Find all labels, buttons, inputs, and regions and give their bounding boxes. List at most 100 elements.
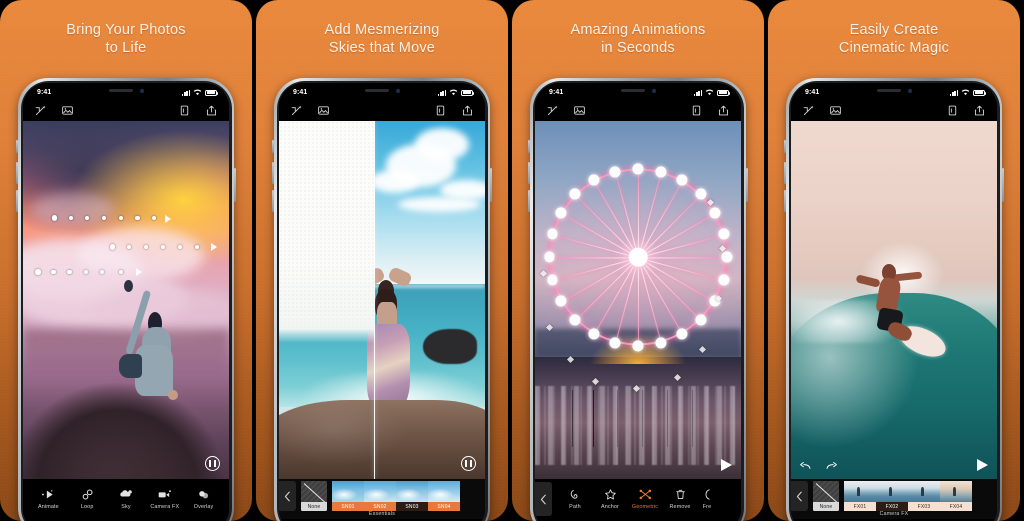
magic-wand-icon[interactable] [802, 104, 815, 117]
photo-canvas[interactable] [279, 121, 485, 479]
cellular-bars-icon [438, 89, 446, 96]
panel-headline: Add Mesmerizing Skies that Move [256, 0, 508, 57]
promo-panel-animations: Amazing Animations in Seconds 9:41 Path … [512, 0, 764, 521]
tool-anchor[interactable]: Anchor [594, 488, 626, 510]
earpiece-speaker [620, 89, 645, 92]
tool-animate[interactable]: Animate [32, 488, 64, 510]
motion-path-1[interactable] [51, 214, 172, 223]
top-toolbar-left [546, 104, 586, 117]
preset-list[interactable]: FX01 FX02 FX03 FX04 [844, 481, 997, 511]
volume-up-button[interactable] [16, 162, 18, 184]
power-button[interactable] [234, 168, 236, 202]
volume-up-button[interactable] [272, 162, 274, 184]
volume-down-button[interactable] [784, 190, 786, 212]
preset-list[interactable]: SN01 SN02 SN03 SN04 [332, 481, 485, 511]
tool-path[interactable]: Path [559, 488, 591, 510]
mute-switch[interactable] [272, 140, 274, 153]
pause-icon[interactable] [205, 456, 220, 471]
power-button[interactable] [490, 168, 492, 202]
photo-library-icon[interactable] [829, 104, 842, 117]
share-icon[interactable] [205, 104, 218, 117]
motion-path-2[interactable] [109, 243, 217, 252]
layers-icon[interactable] [946, 104, 959, 117]
volume-down-button[interactable] [528, 190, 530, 212]
bottom-toolbar: Animate Loop Sky Camera FX Overlay [23, 479, 229, 519]
preset-item-selected[interactable]: SN03 [396, 481, 428, 511]
redo-icon[interactable] [825, 459, 838, 472]
headline-line-1: Add Mesmerizing [324, 22, 440, 38]
preset-none[interactable]: None [813, 481, 839, 511]
tool-geometric[interactable]: Geometric [629, 488, 661, 510]
volume-up-button[interactable] [528, 162, 530, 184]
photo-library-icon[interactable] [61, 104, 74, 117]
preset-label: None [813, 502, 839, 511]
share-icon[interactable] [717, 104, 730, 117]
preset-item[interactable]: SN04 [428, 481, 460, 511]
magic-wand-icon[interactable] [34, 104, 47, 117]
mute-switch[interactable] [528, 140, 530, 153]
magic-wand-icon[interactable] [546, 104, 559, 117]
pause-icon[interactable] [461, 456, 476, 471]
photo-canvas[interactable] [791, 121, 997, 479]
play-icon[interactable] [721, 459, 732, 471]
preset-none[interactable]: None [301, 481, 327, 511]
layers-icon[interactable] [178, 104, 191, 117]
photo-library-icon[interactable] [573, 104, 586, 117]
notch [599, 83, 677, 98]
ferris-wheel-photo [535, 121, 741, 479]
back-button[interactable] [535, 482, 552, 516]
freeze-icon [700, 488, 715, 501]
phone-screen: 9:41 [23, 83, 229, 521]
tool-loop[interactable]: Loop [71, 488, 103, 510]
tool-camera-fx[interactable]: Camera FX [149, 488, 181, 510]
motion-path-3[interactable] [35, 268, 143, 277]
tool-label: Path [569, 504, 581, 510]
battery-icon [973, 89, 987, 96]
front-camera-icon [651, 88, 656, 93]
preset-item[interactable]: FX01 [844, 481, 876, 511]
volume-down-button[interactable] [16, 190, 18, 212]
back-button[interactable] [279, 481, 296, 511]
share-icon[interactable] [973, 104, 986, 117]
undo-icon[interactable] [799, 459, 812, 472]
status-indicators [438, 89, 475, 96]
wifi-icon [449, 89, 458, 96]
mute-switch[interactable] [16, 140, 18, 153]
panel-headline: Bring Your Photos to Life [0, 0, 252, 57]
photo-library-icon[interactable] [317, 104, 330, 117]
share-icon[interactable] [461, 104, 474, 117]
photo-canvas[interactable] [23, 121, 229, 479]
power-button[interactable] [1002, 168, 1004, 202]
tool-overlay[interactable]: Overlay [188, 488, 220, 510]
headline-line-2: to Life [105, 40, 147, 56]
layers-icon[interactable] [434, 104, 447, 117]
cellular-bars-icon [950, 89, 958, 96]
power-button[interactable] [746, 168, 748, 202]
battery-icon [717, 89, 731, 96]
preset-item[interactable]: FX03 [908, 481, 940, 511]
back-button[interactable] [791, 481, 808, 511]
volume-down-button[interactable] [272, 190, 274, 212]
preset-item[interactable]: SN01 [332, 481, 364, 511]
photo-canvas[interactable] [535, 121, 741, 479]
before-after-slider[interactable] [373, 121, 376, 479]
tool-sky[interactable]: Sky [110, 488, 142, 510]
headline-line-2: Skies that Move [328, 40, 436, 56]
tool-label: Sky [121, 504, 131, 510]
chevron-left-icon [284, 491, 290, 501]
tool-freeze[interactable]: Fre [699, 488, 715, 510]
tool-label: Remove [669, 504, 691, 510]
preset-item-selected[interactable]: FX02 [876, 481, 908, 511]
tool-remove[interactable]: Remove [664, 488, 696, 510]
magic-wand-icon[interactable] [290, 104, 303, 117]
overlay-icon [196, 488, 211, 501]
headline-line-2: in Seconds [601, 40, 675, 56]
preset-item[interactable]: SN02 [364, 481, 396, 511]
layers-icon[interactable] [690, 104, 703, 117]
phone-mockup: 9:41 [16, 78, 236, 521]
preset-group-label: Camera FX [879, 511, 909, 517]
play-icon[interactable] [977, 459, 988, 471]
mute-switch[interactable] [784, 140, 786, 153]
preset-item[interactable]: FX04 [940, 481, 972, 511]
volume-up-button[interactable] [784, 162, 786, 184]
